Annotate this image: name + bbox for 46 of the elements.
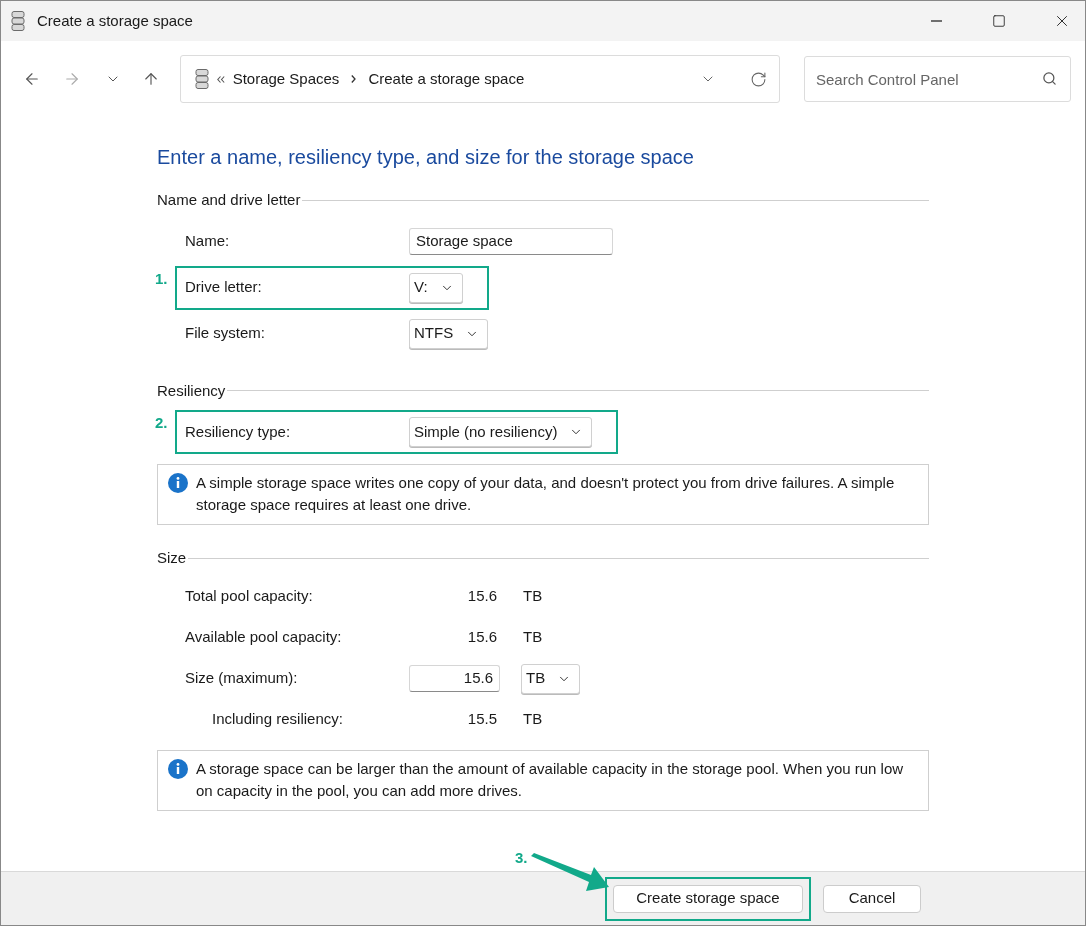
- unit-label: TB: [523, 709, 543, 730]
- field-label: Size (maximum):: [185, 668, 299, 689]
- chevron-right-icon: [351, 75, 357, 83]
- capacity-value: 15.6: [466, 627, 497, 648]
- dropdown[interactable]: V:: [409, 272, 463, 303]
- address-bar[interactable]: Storage Spaces Create a storage space: [179, 55, 780, 103]
- dropdown[interactable]: NTFS: [409, 318, 489, 349]
- field-label: Drive letter:: [185, 277, 263, 298]
- maximize-icon: [992, 14, 1006, 28]
- section-title: Resiliency: [157, 380, 226, 401]
- annotation-number: 3.: [515, 847, 528, 868]
- refresh-icon[interactable]: [750, 70, 767, 88]
- breadcrumb[interactable]: Storage Spaces: [232, 67, 340, 91]
- footer-button[interactable]: Create storage space: [613, 884, 803, 913]
- field-label: Including resiliency:: [211, 709, 344, 730]
- unit-label: TB: [523, 586, 543, 607]
- info-icon: [168, 473, 188, 493]
- field-label: Name:: [185, 231, 231, 252]
- annotation-number: 2.: [155, 413, 168, 433]
- section-title: Name and drive letter: [157, 190, 301, 210]
- unit-label: TB: [523, 627, 543, 648]
- field-label: File system:: [185, 323, 266, 344]
- minimize-icon: [930, 20, 942, 22]
- dropdown[interactable]: Simple (no resiliency): [409, 417, 593, 447]
- capacity-value: 15.6: [466, 586, 497, 607]
- double-chevron-icon: [216, 75, 225, 83]
- footer-button[interactable]: Cancel: [823, 884, 921, 913]
- breadcrumb[interactable]: Create a storage space: [368, 67, 525, 91]
- info-text: A storage space can be larger than the amount of available capacity in the storage pool. When you run low on capacity in the pool, you can add more drives.: [196, 758, 905, 801]
- capacity-value: 15.5: [466, 709, 497, 730]
- dropdown[interactable]: TB: [521, 663, 581, 694]
- window-title: Create a storage space: [37, 10, 193, 31]
- search-field[interactable]: Search Control Panel: [804, 56, 1071, 102]
- search-icon: [1042, 71, 1057, 86]
- page-heading: Enter a name, resiliency type, and size for the storage space: [157, 145, 695, 170]
- drive-stack-icon: [11, 11, 25, 31]
- size-field[interactable]: 15.6: [409, 665, 500, 692]
- info-icon: [168, 758, 188, 779]
- section-title: Size: [157, 548, 187, 568]
- field-label: Resiliency type:: [185, 421, 292, 442]
- drive-stack-icon: [194, 69, 209, 89]
- field-label: Total pool capacity:: [185, 586, 314, 607]
- info-text: A simple storage space writes one copy of your data, and doesn't protect you from drive failures. A simple storage space requires at least one drive.: [196, 473, 896, 515]
- field-label: Available pool capacity:: [185, 627, 343, 648]
- annotation-number: 1.: [155, 268, 168, 289]
- name-field[interactable]: Storage space: [409, 228, 613, 255]
